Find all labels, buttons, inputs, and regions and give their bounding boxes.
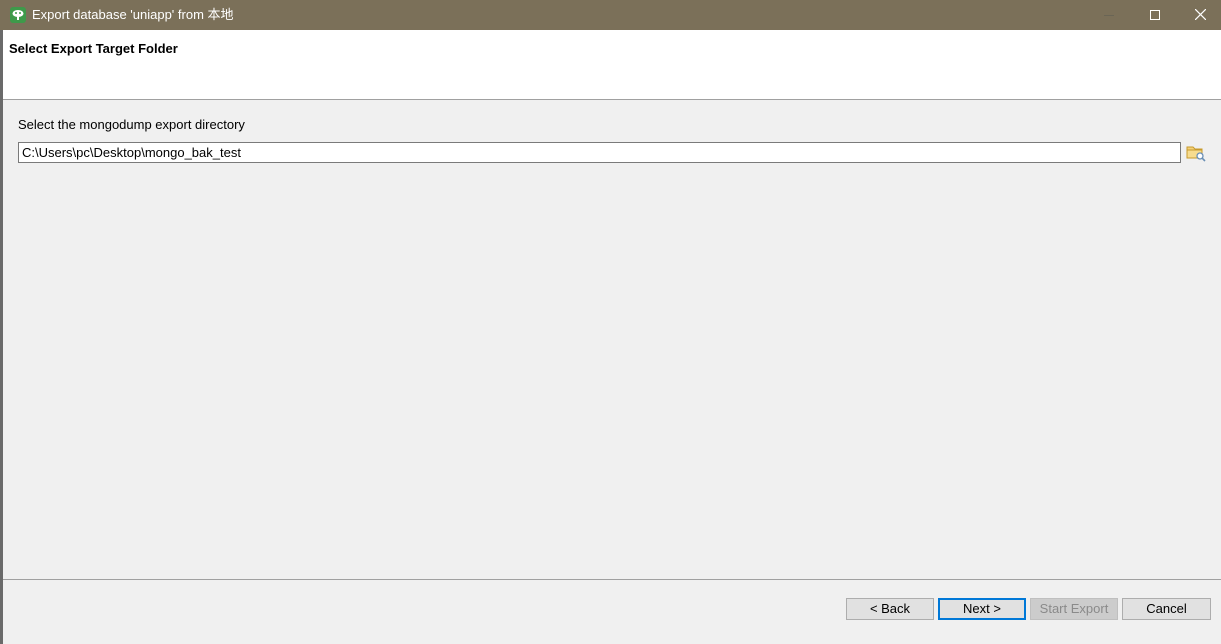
wizard-header: Select Export Target Folder	[3, 30, 1221, 100]
page-title: Select Export Target Folder	[9, 41, 178, 56]
maximize-icon	[1150, 8, 1160, 23]
browse-folder-button[interactable]	[1186, 143, 1206, 162]
folder-browse-icon	[1186, 146, 1206, 165]
maximize-button[interactable]	[1132, 0, 1178, 30]
cancel-button[interactable]: Cancel	[1122, 598, 1211, 620]
minimize-icon	[1104, 8, 1114, 23]
export-directory-input[interactable]	[18, 142, 1181, 163]
back-button[interactable]: < Back	[846, 598, 934, 620]
window-frame	[0, 30, 3, 644]
directory-label: Select the mongodump export directory	[18, 117, 245, 132]
next-button[interactable]: Next >	[938, 598, 1026, 620]
minimize-button[interactable]	[1086, 0, 1132, 30]
close-button[interactable]	[1177, 0, 1221, 30]
title-bar: Export database 'uniapp' from 本地	[0, 0, 1221, 30]
start-export-button[interactable]: Start Export	[1030, 598, 1118, 620]
close-icon	[1194, 8, 1206, 23]
footer-separator	[3, 579, 1221, 580]
mongo-tree-icon	[10, 7, 26, 23]
window-title: Export database 'uniapp' from 本地	[32, 7, 234, 22]
